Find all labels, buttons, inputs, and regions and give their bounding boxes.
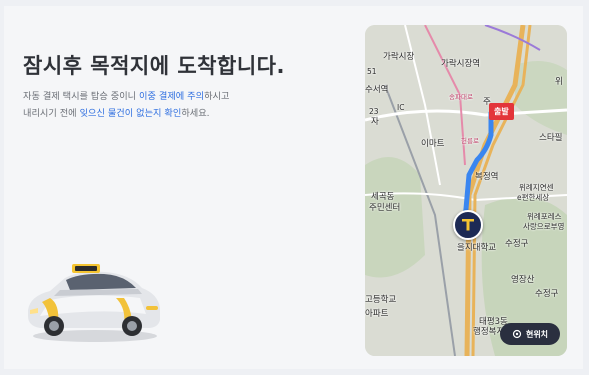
map-label-sujeong-gu-1: 수정구: [505, 239, 529, 249]
map-label-wirye-2: e편한세상: [517, 193, 550, 202]
taxi-icon: [462, 219, 474, 231]
current-location-button[interactable]: 현위치: [500, 323, 560, 345]
map-label-apartment: 아파트: [365, 309, 389, 319]
description-line-2: 내리시기 전에 잊으신 물건이 없는지 확인하세요.: [23, 105, 229, 122]
taxi-illustration: [28, 264, 160, 342]
arrival-description: 자동 결제 택시를 탑승 중이니 이중 결제에 주의하시고 내리시기 전에 잊으…: [23, 88, 229, 122]
map-label-yeongjangsan: 영장산: [511, 275, 535, 285]
belongings-warning: 잊으신 물건이 없는지 확인: [79, 108, 182, 119]
map-label-starfield: 스타필: [539, 133, 563, 143]
map-label-road-51: 51: [367, 67, 377, 76]
map-label-suseo-station: 수서역: [365, 85, 389, 95]
desc-line2-suffix: 하세요.: [181, 108, 210, 119]
map-label-garak-market: 가락시장: [383, 52, 415, 62]
map-label-sujeong-gu-2: 수정구: [535, 289, 559, 299]
map-label-eulji-univ: 을지대학교: [457, 243, 497, 253]
desc-line1-text: 자동 결제 택시를 탑승 중이니: [23, 91, 140, 102]
map-label-road-pink-2: 헌릉로: [461, 137, 479, 145]
map-label-ja: 자: [371, 117, 379, 127]
destination-marker: 출발: [489, 103, 514, 120]
map-label-garak-station: 가락시장역: [441, 59, 481, 69]
map-label-wi: 위: [555, 77, 563, 87]
map-label-wirye-4: 사랑으로부영: [523, 222, 565, 231]
crosshair-icon: [512, 329, 522, 339]
arrival-title: 잠시후 목적지에 도착합니다.: [23, 54, 285, 78]
map-label-emart: 이마트: [421, 139, 445, 149]
description-line-1: 자동 결제 택시를 탑승 중이니 이중 결제에 주의하시고: [23, 88, 229, 105]
taxi-location-pin: [453, 210, 483, 240]
map-label-segok-2: 주민센터: [369, 203, 401, 213]
route-map[interactable]: 가락시장 가락시장역 수서역 51 IC 23 자 주 이마트 복정역 세곡동 …: [365, 25, 567, 356]
map-label-road-pink-1: 송파대로: [449, 93, 473, 101]
current-location-label: 현위치: [525, 329, 549, 339]
map-label-bokjeong-station: 복정역: [475, 172, 499, 182]
map-label-high-school: 고등학교: [365, 295, 397, 305]
desc-line1-suffix: 하시고: [204, 91, 230, 102]
map-label-road-ic: IC: [397, 103, 405, 112]
desc-line2-text: 내리시기 전에: [23, 108, 80, 119]
double-payment-warning: 이중 결제에 주의: [139, 91, 205, 102]
